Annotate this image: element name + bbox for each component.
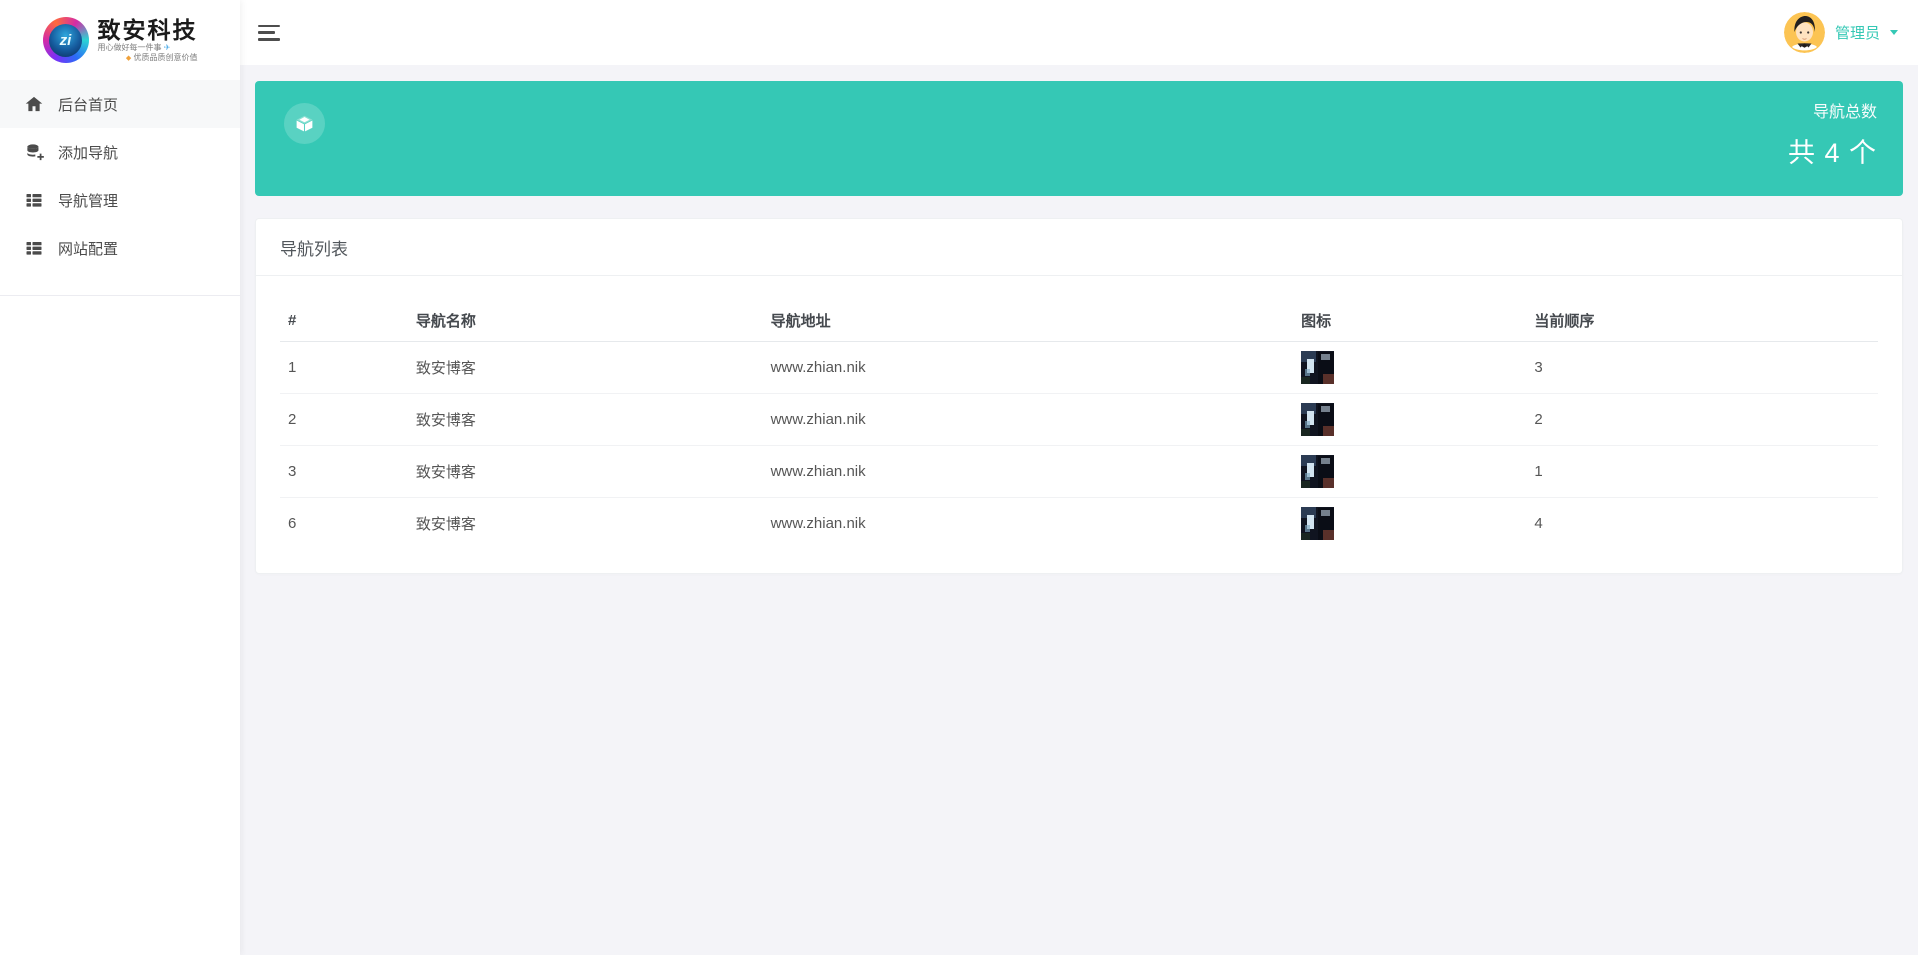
sidebar-item-label: 后台首页 [58, 96, 119, 114]
hamburger-icon[interactable] [258, 24, 280, 41]
table-header-row: # 导航名称 导航地址 图标 当前顺序 [280, 300, 1878, 342]
cell-icon [1293, 393, 1527, 446]
sidebar-menu: 后台首页 添加导航 导航管理 网站配置 [0, 80, 240, 296]
cell-name: 致安博客 [415, 516, 476, 533]
cell-name: 致安博客 [407, 341, 763, 394]
cell-order: 2 [1526, 393, 1878, 446]
cell-icon [1293, 445, 1527, 498]
user-menu[interactable]: 管理员 [1783, 12, 1898, 53]
medal-icon: ◆ [125, 54, 132, 62]
site-icon-thumbnail [1301, 507, 1335, 540]
home-icon [24, 95, 44, 113]
table-row: 3 致安博客 www.zhian.nik 1 [280, 445, 1878, 498]
sidebar-item-label: 添加导航 [58, 144, 119, 162]
site-icon-thumbnail [1301, 351, 1335, 384]
stat-label: 导航总数 [1812, 104, 1877, 121]
cell-url: www.zhian.nik [770, 515, 866, 532]
list-icon [24, 239, 44, 257]
col-header-icon: 图标 [1293, 300, 1527, 342]
logo-tagline-2: ◆ 优质品质创意价值 [125, 52, 198, 62]
site-icon-thumbnail [1301, 455, 1335, 488]
col-header-order: 当前顺序 [1526, 300, 1878, 342]
sidebar: zi 致安科技 用心做好每一件事 ✈ ◆ 优质品质创意价值 后台首页 添加导航 … [0, 0, 240, 955]
card-title: 导航列表 [256, 219, 1902, 276]
col-header-index: # [280, 300, 408, 342]
main-content: 导航总数 共 4 个 导航列表 # 导航名称 导航地址 图标 当前顺序 1 致安… [240, 65, 1918, 955]
col-header-url: 导航地址 [762, 300, 1294, 342]
cell-url: www.zhian.nik [762, 445, 1294, 498]
cell-name: 致安博客 [407, 445, 763, 498]
logo-badge-text: zi [49, 23, 82, 57]
cell-id: 2 [280, 393, 408, 446]
table-row: 1 致安博客 www.zhian.nik 3 [280, 341, 1878, 394]
cell-icon [1293, 341, 1527, 394]
cell-url: www.zhian.nik [762, 393, 1294, 446]
database-plus-icon [24, 143, 44, 161]
cell-name: 致安博客 [407, 393, 763, 446]
cell-order: 4 [1534, 515, 1543, 532]
sidebar-item-dashboard[interactable]: 后台首页 [0, 80, 240, 128]
cell-url: www.zhian.nik [762, 341, 1294, 394]
stats-banner: 导航总数 共 4 个 [255, 81, 1903, 196]
topbar: 管理员 [240, 0, 1918, 65]
col-header-name: 导航名称 [407, 300, 763, 342]
sidebar-item-nav-manage[interactable]: 导航管理 [0, 176, 240, 224]
cell-id: 1 [280, 341, 408, 394]
cell-order: 3 [1526, 341, 1878, 394]
chevron-down-icon [1890, 30, 1898, 35]
card-body: # 导航名称 导航地址 图标 当前顺序 1 致安博客 www.zhian.nik [256, 276, 1902, 573]
table-row: 6 致安博客 www.zhian.nik 4 [280, 498, 1878, 550]
logo: zi 致安科技 用心做好每一件事 ✈ ◆ 优质品质创意价值 [0, 0, 240, 80]
sidebar-item-site-config[interactable]: 网站配置 [0, 224, 240, 272]
nav-list-card: 导航列表 # 导航名称 导航地址 图标 当前顺序 1 致安博客 www.zhia… [255, 218, 1903, 574]
cell-id: 3 [280, 445, 408, 498]
sidebar-item-label: 网站配置 [58, 240, 119, 258]
user-name: 管理员 [1834, 25, 1880, 42]
table-row: 2 致安博客 www.zhian.nik 2 [280, 393, 1878, 446]
site-icon-thumbnail [1301, 403, 1335, 436]
sidebar-item-add-nav[interactable]: 添加导航 [0, 128, 240, 176]
list-icon [24, 191, 44, 209]
sidebar-item-label: 导航管理 [58, 192, 119, 210]
logo-tagline-1: 用心做好每一件事 ✈ [97, 42, 171, 52]
nav-total-stat: 导航总数 共 4 个 [1788, 98, 1877, 170]
logo-badge-icon: zi [42, 17, 89, 63]
cell-id: 6 [288, 515, 297, 532]
logo-title: 致安科技 [97, 16, 198, 43]
logo-text: 致安科技 用心做好每一件事 ✈ ◆ 优质品质创意价值 [98, 17, 198, 64]
plane-icon: ✈ [163, 42, 171, 52]
cell-order: 1 [1526, 445, 1878, 498]
avatar[interactable] [1783, 12, 1825, 53]
nav-table: # 导航名称 导航地址 图标 当前顺序 1 致安博客 www.zhian.nik [280, 300, 1878, 549]
cube-icon [284, 103, 325, 144]
stat-value: 共 4 个 [1787, 138, 1877, 168]
cell-icon [1293, 498, 1526, 550]
